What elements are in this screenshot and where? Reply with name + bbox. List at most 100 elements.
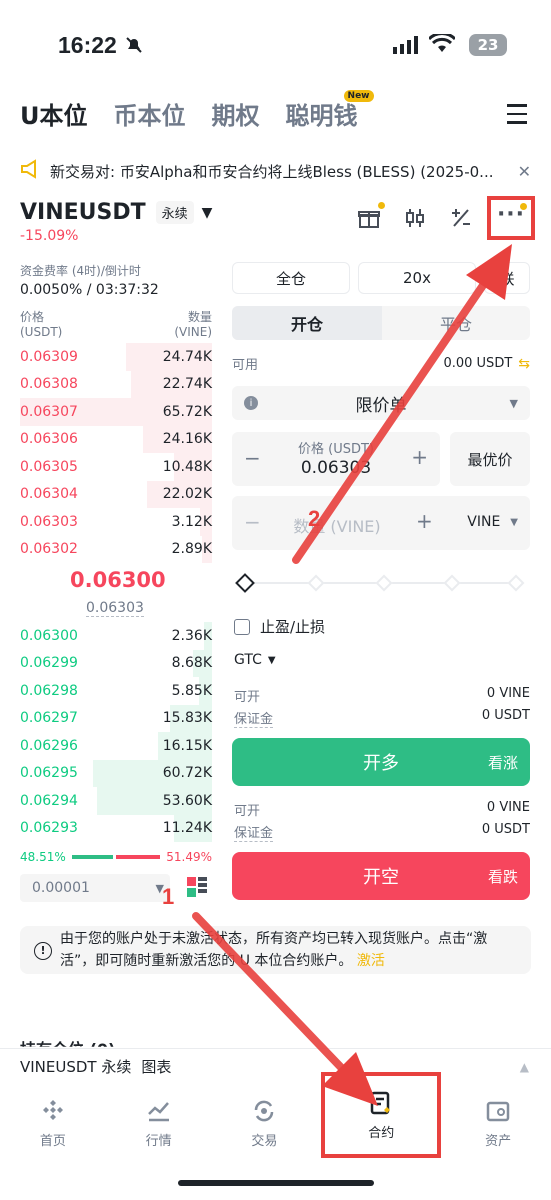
bid-row[interactable]: 0.06298 5.85K <box>20 677 212 705</box>
ask-row[interactable]: 0.06309 24.74K <box>20 343 212 371</box>
plus-icon[interactable]: + <box>416 509 433 533</box>
nav-assets[interactable]: 资产 <box>445 1088 551 1158</box>
transfer-icon[interactable]: ⇆ <box>518 356 530 372</box>
open-long-button[interactable]: 开多 看涨 <box>232 738 530 786</box>
position-mode-button[interactable]: 联 <box>484 262 530 294</box>
ask-row[interactable]: 0.06307 65.72K <box>20 398 212 426</box>
tab-open[interactable]: 开仓 <box>232 306 382 340</box>
calculator-icon[interactable] <box>447 204 475 232</box>
strip-chart[interactable]: 图表 <box>141 1056 171 1077</box>
bell-muted-icon <box>124 35 144 59</box>
tab-close[interactable]: 平仓 <box>382 311 530 335</box>
caret-down-icon: ▼ <box>509 396 518 410</box>
buy-sell-ratio: 48.51% 51.49% <box>20 850 212 864</box>
symbol-chart-strip[interactable]: VINEUSDT 永续 图表 ▲ <box>0 1048 551 1084</box>
menu-icon[interactable] <box>507 104 527 130</box>
announcement-text: 新交易对: 币安Alpha和币安合约将上线Bless (BLESS) (2025… <box>50 162 494 181</box>
long-max-open-label: 可开 <box>234 690 261 705</box>
nav-home[interactable]: 首页 <box>0 1088 106 1158</box>
ask-row[interactable]: 0.06302 2.89K <box>20 535 212 563</box>
quantity-field[interactable]: − 数量 (VINE) + VINE ▼ <box>232 496 530 550</box>
bid-price: 0.06298 <box>20 682 78 699</box>
ask-quantity: 2.89K <box>171 541 212 558</box>
tab-usdm[interactable]: U本位 <box>20 96 88 131</box>
more-options-icon[interactable]: ··· <box>487 196 535 240</box>
nav-trade[interactable]: 交易 <box>212 1088 318 1158</box>
slider-stop[interactable] <box>443 574 461 592</box>
short-margin-value: 0 USDT <box>481 822 530 837</box>
candlestick-icon[interactable] <box>401 204 429 232</box>
bid-quantity: 16.15K <box>162 737 212 754</box>
funding-rate-value: 0.0050% / 03:37:32 <box>20 282 159 298</box>
notification-dot <box>520 203 527 210</box>
tpsl-toggle[interactable]: 止盈/止损 <box>234 616 325 637</box>
ask-row[interactable]: 0.06303 3.12K <box>20 508 212 536</box>
buy-ratio: 48.51% <box>20 850 66 864</box>
bid-row[interactable]: 0.06295 60.72K <box>20 759 212 787</box>
chevron-up-icon[interactable]: ▲ <box>520 1060 529 1074</box>
slider-handle[interactable] <box>235 573 255 593</box>
bid-row[interactable]: 0.06300 2.36K <box>20 622 212 650</box>
bid-row[interactable]: 0.06293 11.24K <box>20 814 212 842</box>
best-price-button[interactable]: 最优价 <box>450 432 530 486</box>
nav-futures[interactable]: 合约 <box>321 1072 442 1158</box>
orderbook-layout-icon[interactable] <box>186 876 208 902</box>
wifi-icon <box>427 32 457 58</box>
sell-ratio: 51.49% <box>166 850 212 864</box>
gift-icon[interactable] <box>355 202 385 232</box>
tab-options[interactable]: 期权 <box>212 96 260 131</box>
price-field[interactable]: − 价格 (USDT) 0.06303 + <box>232 432 440 486</box>
bid-row[interactable]: 0.06296 16.15K <box>20 732 212 760</box>
quantity-unit-select[interactable]: VINE ▼ <box>467 514 518 530</box>
symbol-selector[interactable]: VINEUSDT 永续 ▼ <box>20 200 212 225</box>
ask-row[interactable]: 0.06304 22.02K <box>20 480 212 508</box>
ask-quantity: 10.48K <box>162 458 212 475</box>
time-in-force-select[interactable]: GTC ▼ <box>234 652 276 668</box>
contract-type: 永续 <box>155 201 194 224</box>
bid-price: 0.06296 <box>20 737 78 754</box>
bid-row[interactable]: 0.06294 53.60K <box>20 787 212 815</box>
trade-icon <box>255 1100 274 1121</box>
ask-row[interactable]: 0.06308 22.74K <box>20 370 212 398</box>
tab-smart-money[interactable]: 聪明钱 New <box>286 90 374 131</box>
ask-row[interactable]: 0.06306 24.16K <box>20 425 212 453</box>
nav-markets[interactable]: 行情 <box>106 1088 212 1158</box>
plus-icon[interactable]: + <box>411 445 428 469</box>
status-time: 16:22 <box>58 32 117 58</box>
bullish-label: 看涨 <box>487 753 518 772</box>
ask-price: 0.06307 <box>20 403 78 420</box>
precision-select[interactable]: 0.00001 ▼ <box>20 874 170 902</box>
slider-stop[interactable] <box>507 574 525 592</box>
leverage-button[interactable]: 20x <box>358 262 476 294</box>
alert-icon: ! <box>34 942 52 960</box>
activate-link[interactable]: 激活 <box>357 953 385 969</box>
tpsl-label: 止盈/止损 <box>260 618 326 636</box>
open-long-label: 开多 <box>363 753 399 774</box>
wallet-icon <box>486 1101 510 1121</box>
precision-value: 0.00001 <box>32 880 90 896</box>
caret-down-icon: ▼ <box>201 204 213 221</box>
slider-stop[interactable] <box>307 574 325 592</box>
order-type-select[interactable]: i 限价单 ▼ <box>232 386 530 420</box>
tpsl-checkbox[interactable] <box>234 618 250 635</box>
open-short-button[interactable]: 开空 看跌 <box>232 852 530 900</box>
ask-quantity: 22.74K <box>162 376 212 393</box>
announcement-bar[interactable]: 新交易对: 币安Alpha和币安合约将上线Bless (BLESS) (2025… <box>20 156 531 186</box>
open-close-segment: 开仓 平仓 <box>232 306 530 340</box>
short-margin-label: 保证金 <box>234 822 274 842</box>
close-icon[interactable]: ✕ <box>518 162 531 181</box>
margin-mode-button[interactable]: 全仓 <box>232 262 350 294</box>
quantity-slider[interactable] <box>235 572 526 594</box>
bid-row[interactable]: 0.06299 8.68K <box>20 649 212 677</box>
long-max-open-value: 0 VINE <box>486 686 530 701</box>
new-badge: New <box>343 90 374 102</box>
ask-row[interactable]: 0.06305 10.48K <box>20 453 212 481</box>
tab-coinm[interactable]: 币本位 <box>114 96 186 131</box>
bid-quantity: 5.85K <box>171 682 212 699</box>
bid-row[interactable]: 0.06297 15.83K <box>20 704 212 732</box>
slider-stop[interactable] <box>375 574 393 592</box>
info-icon: i <box>244 396 258 410</box>
minus-icon[interactable]: − <box>244 510 261 534</box>
megaphone-icon <box>20 159 40 183</box>
status-bar: 16:22 23 <box>0 0 551 90</box>
